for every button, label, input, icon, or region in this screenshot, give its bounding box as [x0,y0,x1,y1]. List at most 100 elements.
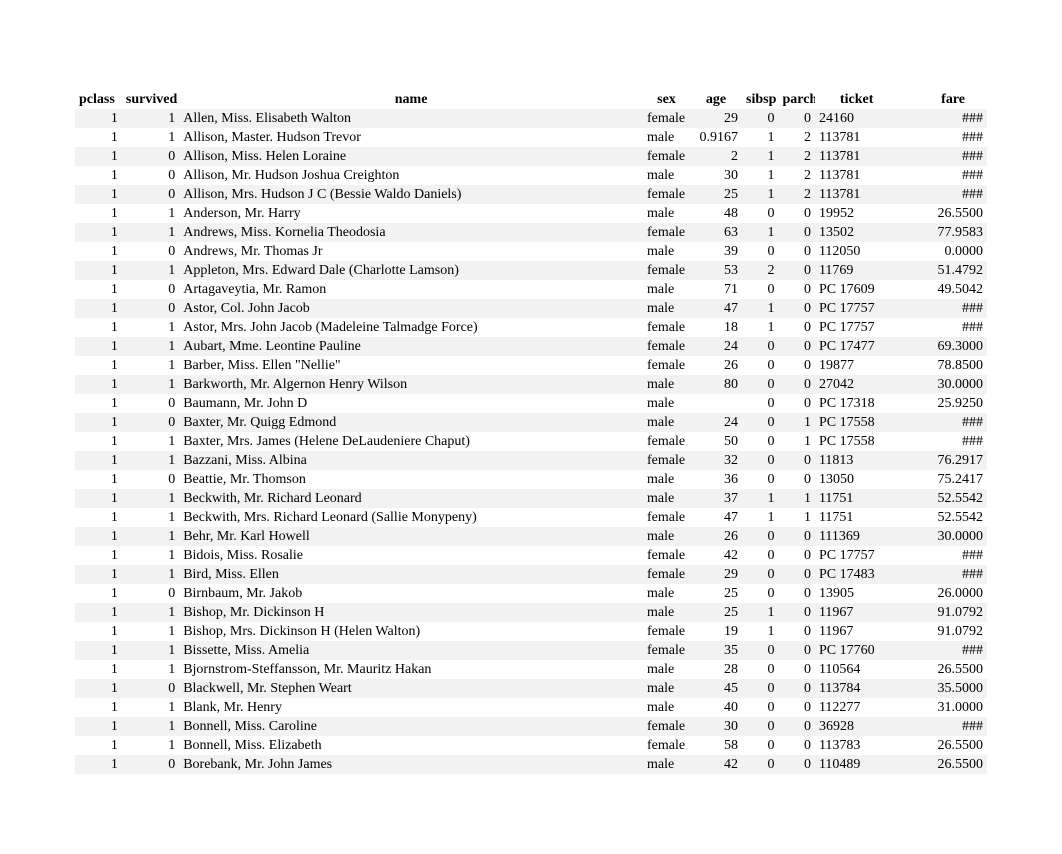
cell-fare: 78.8500 [919,356,987,375]
cell-age: 48 [690,204,742,223]
cell-ticket: 11813 [815,451,898,470]
cell-name: Allen, Miss. Elisabeth Walton [179,109,643,128]
cell-ticket: PC 17609 [815,280,898,299]
col-header-ticket: ticket [815,90,898,109]
cell-ticket: 13502 [815,223,898,242]
cell-pclass: 1 [75,242,122,261]
cell-fare: 30.0000 [919,527,987,546]
cell-parch: 0 [778,546,814,565]
cell-name: Beckwith, Mrs. Richard Leonard (Sallie M… [179,508,643,527]
cell-ticket: 113781 [815,185,898,204]
cell-sibsp: 0 [742,755,778,774]
cell-name: Andrews, Miss. Kornelia Theodosia [179,223,643,242]
cell-fare: 52.5542 [919,508,987,527]
cell-survived: 0 [122,166,179,185]
cell-parch: 0 [778,736,814,755]
cell-ticket: 19952 [815,204,898,223]
cell-pclass: 1 [75,337,122,356]
table-row: 11Barber, Miss. Ellen "Nellie"female2600… [75,356,987,375]
cell-fare: 26.5500 [919,204,987,223]
cell-name: Bonnell, Miss. Caroline [179,717,643,736]
cell-name: Astor, Col. John Jacob [179,299,643,318]
cell-sex: male [643,299,690,318]
cell-ticket: PC 17757 [815,299,898,318]
cell-name: Baumann, Mr. John D [179,394,643,413]
cell-sex: male [643,489,690,508]
cell-survived: 0 [122,413,179,432]
table-row: 11Allen, Miss. Elisabeth Waltonfemale290… [75,109,987,128]
cell-pclass: 1 [75,641,122,660]
cell-sex: male [643,470,690,489]
cell-parch: 0 [778,679,814,698]
col-header-survived: survived [122,90,179,109]
cell-survived: 0 [122,470,179,489]
cell-fare: ### [919,546,987,565]
cell-survived: 1 [122,698,179,717]
cell-survived: 1 [122,432,179,451]
table-row: 11Bird, Miss. Ellenfemale2900PC 17483### [75,565,987,584]
cell-sibsp: 0 [742,394,778,413]
cell-fare: 52.5542 [919,489,987,508]
cell-ticket: 24160 [815,109,898,128]
cell-parch: 0 [778,261,814,280]
cell-age: 53 [690,261,742,280]
cell-sibsp: 1 [742,166,778,185]
cell-age: 30 [690,717,742,736]
cell-age: 25 [690,603,742,622]
cell-survived: 0 [122,185,179,204]
cell-survived: 1 [122,223,179,242]
cell-sex: female [643,109,690,128]
cell-sex: female [643,356,690,375]
cell-name: Borebank, Mr. John James [179,755,643,774]
cell-pclass: 1 [75,204,122,223]
cell-parch: 0 [778,470,814,489]
cell-survived: 1 [122,527,179,546]
cell-name: Bidois, Miss. Rosalie [179,546,643,565]
cell-age: 29 [690,109,742,128]
cell-pclass: 1 [75,185,122,204]
cell-name: Barkworth, Mr. Algernon Henry Wilson [179,375,643,394]
cell-age: 80 [690,375,742,394]
cell-survived: 0 [122,242,179,261]
col-header-age: age [690,90,742,109]
table-row: 11Bishop, Mr. Dickinson Hmale25101196791… [75,603,987,622]
cell-name: Appleton, Mrs. Edward Dale (Charlotte La… [179,261,643,280]
cell-sibsp: 0 [742,546,778,565]
cell-age: 36 [690,470,742,489]
cell-pclass: 1 [75,128,122,147]
cell-fare: ### [919,413,987,432]
cell-pclass: 1 [75,584,122,603]
cell-sex: male [643,584,690,603]
cell-pclass: 1 [75,261,122,280]
cell-sibsp: 0 [742,337,778,356]
cell-parch: 0 [778,280,814,299]
cell-survived: 1 [122,451,179,470]
cell-pclass: 1 [75,565,122,584]
table-row: 10Blackwell, Mr. Stephen Weartmale450011… [75,679,987,698]
cell-ticket: 113781 [815,128,898,147]
cell-parch: 0 [778,375,814,394]
cell-age: 39 [690,242,742,261]
cell-fare: ### [919,147,987,166]
cell-ticket: 11751 [815,489,898,508]
cell-pclass: 1 [75,622,122,641]
cell-ticket: 11751 [815,508,898,527]
cell-fare: ### [919,717,987,736]
cell-parch: 0 [778,204,814,223]
cell-ticket: 112277 [815,698,898,717]
cell-parch: 0 [778,755,814,774]
table-row: 10Beattie, Mr. Thomsonmale36001305075.24… [75,470,987,489]
cell-age: 28 [690,660,742,679]
cell-name: Baxter, Mr. Quigg Edmond [179,413,643,432]
cell-fare: 26.5500 [919,736,987,755]
cell-sibsp: 1 [742,318,778,337]
cell-pclass: 1 [75,470,122,489]
cell-parch: 1 [778,489,814,508]
cell-survived: 0 [122,280,179,299]
table-row: 10Allison, Mrs. Hudson J C (Bessie Waldo… [75,185,987,204]
cell-parch: 0 [778,603,814,622]
cell-age: 50 [690,432,742,451]
cell-survived: 0 [122,755,179,774]
cell-name: Blank, Mr. Henry [179,698,643,717]
cell-survived: 0 [122,679,179,698]
